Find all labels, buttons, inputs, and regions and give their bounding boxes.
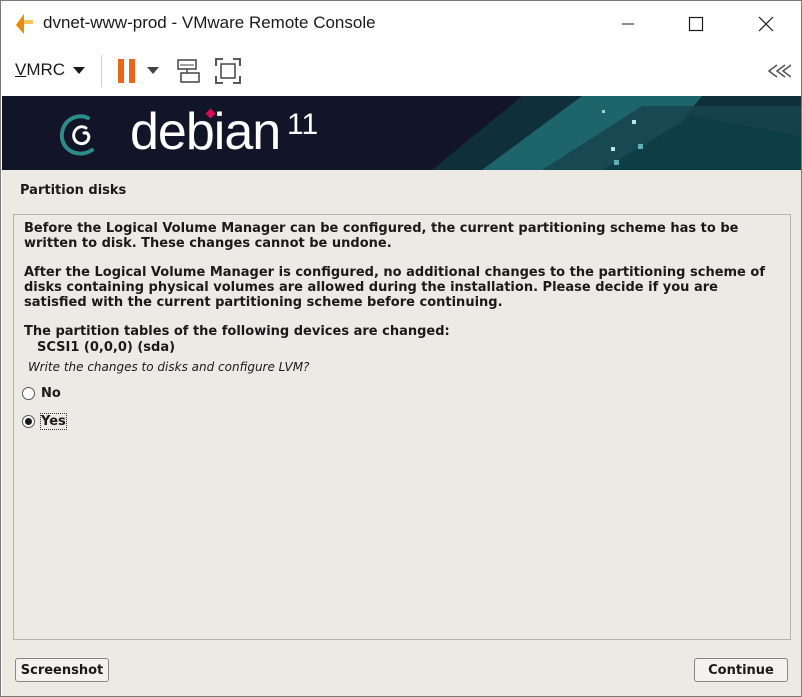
paragraph-1: Before the Logical Volume Manager can be… <box>24 221 739 251</box>
debian-logo-text: debian <box>130 103 281 161</box>
pause-icon[interactable] <box>115 55 139 87</box>
page-title: Partition disks <box>20 183 127 198</box>
banner-artwork <box>432 96 801 170</box>
installer-body: Partition disks Before the Logical Volum… <box>2 170 801 696</box>
debian-version: 11 <box>287 108 319 141</box>
continue-button[interactable]: Continue <box>694 658 788 682</box>
radio-yes[interactable] <box>22 415 35 428</box>
toolbar: VMRC <box>1 47 801 96</box>
maximize-icon[interactable] <box>673 1 719 47</box>
debian-swirl-icon <box>52 106 110 168</box>
question-text: Write the changes to disks and configure… <box>28 360 310 374</box>
close-icon[interactable] <box>743 1 789 47</box>
radio-no[interactable] <box>22 387 35 400</box>
paragraph-2: After the Logical Volume Manager is conf… <box>24 265 765 310</box>
paragraph-3: The partition tables of the following de… <box>24 324 450 339</box>
minimize-icon[interactable] <box>605 1 651 47</box>
changed-device: SCSI1 (0,0,0) (sda) <box>37 340 176 355</box>
vmrc-window: dvnet-www-prod - VMware Remote Console V… <box>0 0 802 697</box>
option-yes-label: Yes <box>40 413 67 430</box>
option-no-label: No <box>41 386 61 401</box>
vmrc-app-icon <box>13 12 37 36</box>
power-menu-dropdown-icon[interactable] <box>145 55 161 87</box>
toolbar-separator <box>101 55 102 87</box>
content-panel: Before the Logical Volume Manager can be… <box>13 214 791 640</box>
window-title: dvnet-www-prod - VMware Remote Console <box>43 13 376 32</box>
title-bar[interactable]: dvnet-www-prod - VMware Remote Console <box>1 1 801 47</box>
screenshot-button[interactable]: Screenshot <box>15 658 109 682</box>
send-ctrl-alt-del-icon[interactable] <box>173 55 203 87</box>
vmrc-menu-button[interactable]: VMRC <box>15 60 86 80</box>
collapse-icon[interactable] <box>765 55 793 87</box>
debian-banner: debian 11 <box>2 96 801 170</box>
option-yes[interactable]: Yes <box>22 413 67 430</box>
option-no[interactable]: No <box>22 386 61 401</box>
chevron-down-icon <box>73 60 86 80</box>
fullscreen-icon[interactable] <box>213 55 243 87</box>
vmrc-menu-label: VMRC <box>15 60 66 79</box>
